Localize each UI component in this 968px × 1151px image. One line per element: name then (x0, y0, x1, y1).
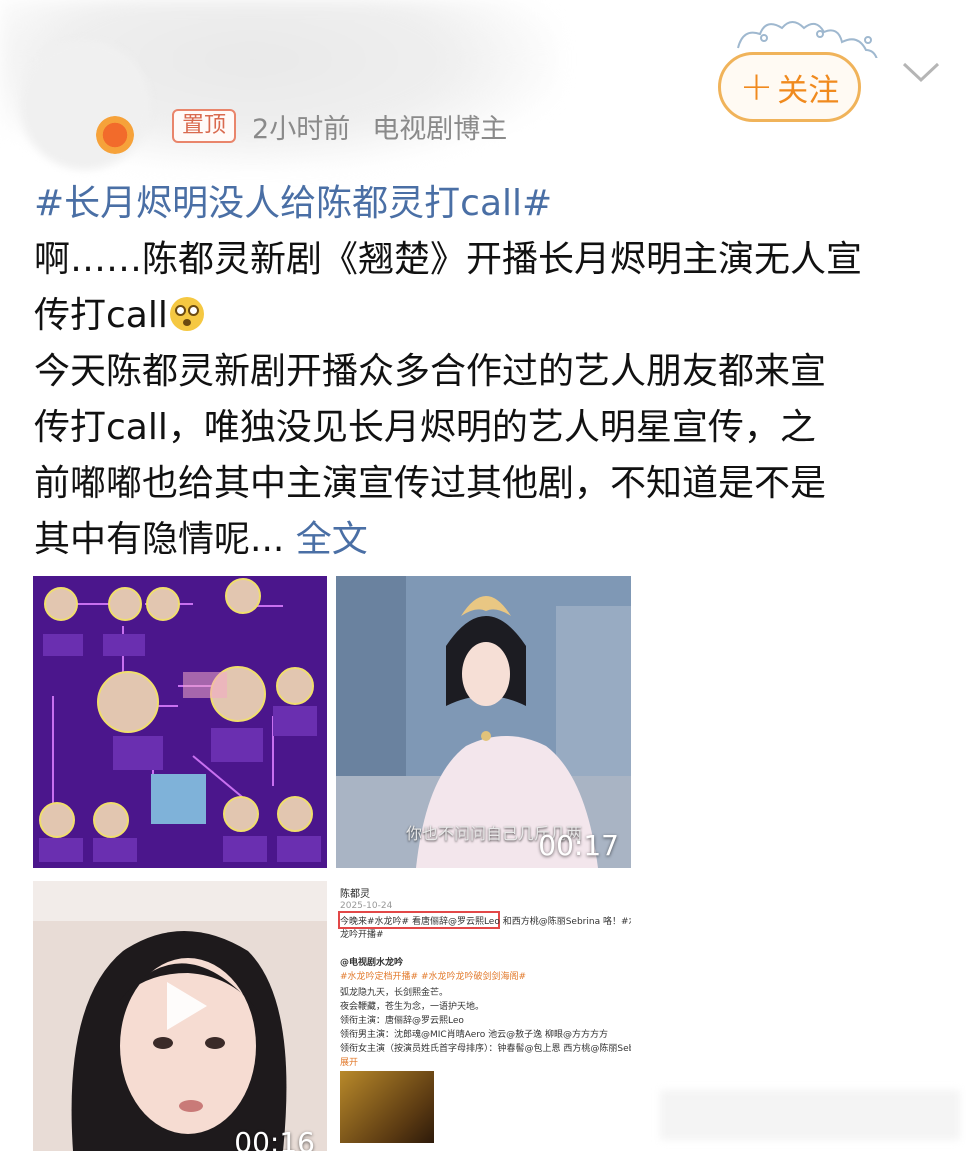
topic-link[interactable]: #长月烬明没人给陈都灵打call# (34, 183, 552, 224)
shot-date: 2025-10-24 (340, 901, 393, 911)
shot-text: 弧龙隐九天，长剑熙金芒。 (340, 988, 449, 998)
shot-text: 领衔主演：唐俪辞@罗云熙Leo (340, 1016, 464, 1026)
shot-expand: 展开 (340, 1058, 359, 1068)
shot-text: 夜会鞭藏，苍生为念，一语护天地。 (340, 1002, 485, 1012)
image-post-screenshot[interactable]: 陈都灵 2025-10-24 今晚来#水龙吟# 看唐俪辞@罗云熙Leo 和西方桃… (336, 881, 631, 1151)
author-tag: 电视剧博主 (372, 113, 508, 145)
chevron-down-icon[interactable] (900, 58, 942, 88)
image-relationship-chart[interactable] (33, 576, 327, 868)
post-meta: 置顶 2小时前 电视剧博主 (172, 108, 508, 145)
post-body: #长月烬明没人给陈都灵打call# 啊……陈都灵新剧《翘楚》开播长月烬明主演无人… (34, 176, 944, 568)
shot-author: 陈都灵 (340, 889, 370, 900)
shot-tags: #水龙吟定档开播# #水龙吟龙吟破剑剑海阁# (340, 972, 527, 982)
video-thumbnail-2[interactable]: 00:16 (33, 881, 327, 1151)
shot-poster-image (340, 1071, 434, 1143)
post-line: 传打call (34, 295, 168, 336)
shot-repost-author: @电视剧水龙吟 (340, 958, 404, 968)
pinned-badge: 置顶 (172, 109, 237, 143)
shot-text: 今晚来#水龙吟# 看唐俪辞@罗云熙Leo 和西方桃@陈丽Sebrina 咯！#水 (340, 917, 631, 927)
plus-icon: + (739, 64, 774, 110)
follow-button[interactable]: + 关注 (718, 52, 861, 122)
post-line: 今天陈都灵新剧开播众多合作过的艺人朋友都来宣 (34, 351, 827, 392)
post-line: 前嘟嘟也给其中主演宣传过其他剧，不知道是不是 (34, 463, 827, 504)
post-time: 2小时前 (252, 113, 351, 145)
full-text-link[interactable]: 全文 (296, 519, 368, 560)
play-icon[interactable] (153, 976, 213, 1036)
post-line: 其中有隐情呢... (34, 519, 285, 560)
shot-text: 领衔男主演：沈郎魂@MIC肖晴Aero 池云@敖子逸 柳眼@方方方方 (340, 1030, 608, 1040)
post-line: 传打call，唯独没见长月烬明的艺人明星宣传，之 (34, 407, 816, 448)
shot-text: 领衔女主演（按演员姓氏首字母排序）：钟春髻@包上恩 西方桃@陈丽Sebrina (340, 1044, 631, 1054)
avatar[interactable] (20, 40, 150, 170)
blurred-footer (660, 1090, 960, 1140)
avatar-badge-icon (96, 116, 134, 154)
video-duration: 00:17 (538, 829, 619, 862)
post-line: 啊……陈都灵新剧《翘楚》开播长月烬明主演无人宣 (34, 239, 863, 280)
video-thumbnail-1[interactable]: 你也不问问自己几斤几两 00:17 (336, 576, 631, 868)
follow-label: 关注 (777, 72, 840, 109)
cloud-sticker-icon (737, 21, 878, 58)
video-duration: 00:16 (234, 1126, 315, 1151)
relationship-chart-graphic (33, 576, 327, 868)
shocked-face-icon (169, 297, 204, 331)
shot-text: 龙吟开播# (340, 930, 384, 940)
